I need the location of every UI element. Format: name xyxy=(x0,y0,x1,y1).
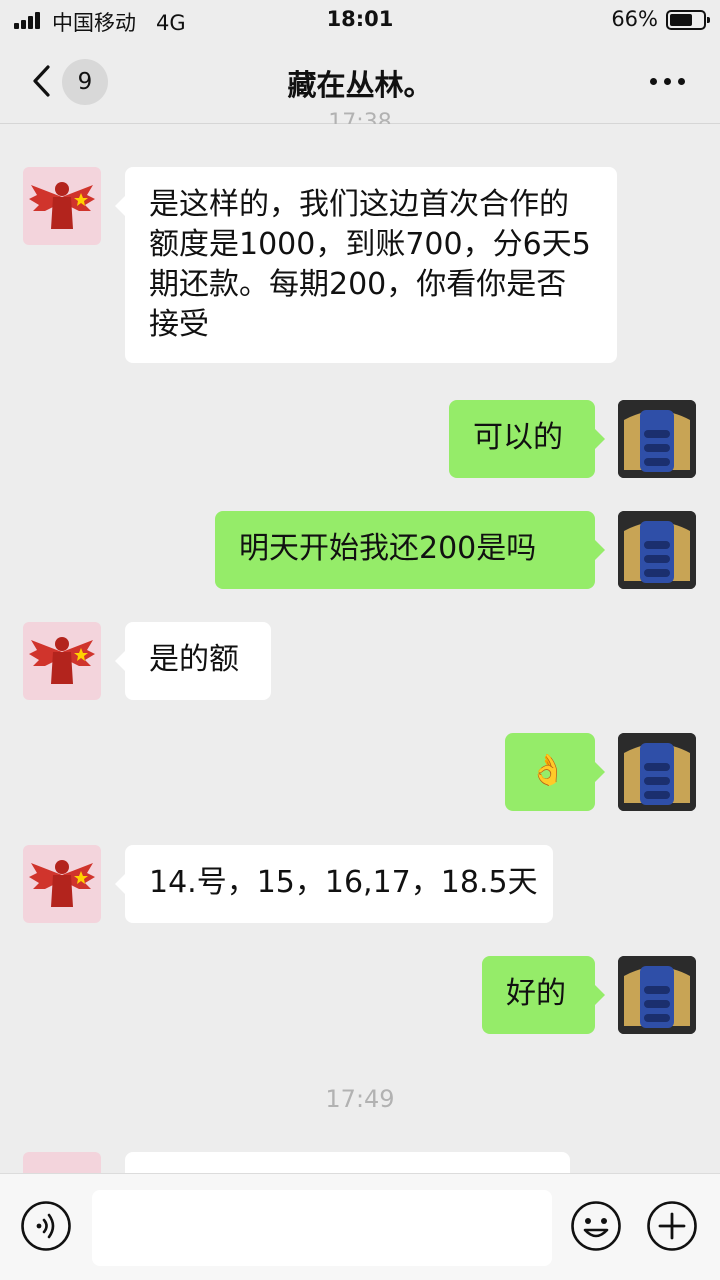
input-bar xyxy=(0,1173,720,1280)
robot-avatar-icon xyxy=(618,956,696,1034)
robot-avatar-icon xyxy=(618,400,696,478)
message-bubble[interactable]: 好的 xyxy=(482,956,595,1034)
more-dots-icon[interactable] xyxy=(650,78,686,86)
my-avatar[interactable] xyxy=(618,956,696,1034)
plus-icon[interactable] xyxy=(646,1200,698,1252)
robot-avatar-icon xyxy=(618,511,696,589)
timestamp: 17:49 xyxy=(325,1085,395,1113)
battery-percent: 66% xyxy=(611,7,658,31)
my-avatar[interactable] xyxy=(618,400,696,478)
contact-avatar[interactable] xyxy=(23,845,101,923)
voice-icon[interactable] xyxy=(20,1200,72,1252)
my-avatar[interactable] xyxy=(618,733,696,811)
contact-avatar[interactable] xyxy=(23,167,101,245)
emoji-icon[interactable] xyxy=(570,1200,622,1252)
status-bar: 中国移动 4G 18:01 66% xyxy=(0,0,720,40)
message-bubble[interactable]: 👌 xyxy=(505,733,595,811)
message-bubble[interactable]: 是的额 xyxy=(125,622,271,700)
message-bubble[interactable]: 是这样的，我们这边首次合作的额度是1000，到账700，分6天5期还款。每期20… xyxy=(125,167,617,363)
message-bubble[interactable]: 可以的 xyxy=(449,400,595,478)
message-bubble[interactable]: 14.号，15，16,17，18.5天 xyxy=(125,845,553,923)
contact-avatar[interactable] xyxy=(23,622,101,700)
robot-avatar-icon xyxy=(618,733,696,811)
message-input[interactable] xyxy=(92,1190,552,1266)
soldier-salute-icon xyxy=(29,860,95,907)
my-avatar[interactable] xyxy=(618,511,696,589)
soldier-salute-icon xyxy=(29,182,95,229)
battery-icon xyxy=(666,10,710,30)
timestamp-partial: 17:38 xyxy=(328,110,392,124)
message-bubble[interactable]: 明天开始我还200是吗 xyxy=(215,511,595,589)
chat-title: 藏在丛林。 xyxy=(287,68,433,102)
soldier-salute-icon xyxy=(29,637,95,684)
